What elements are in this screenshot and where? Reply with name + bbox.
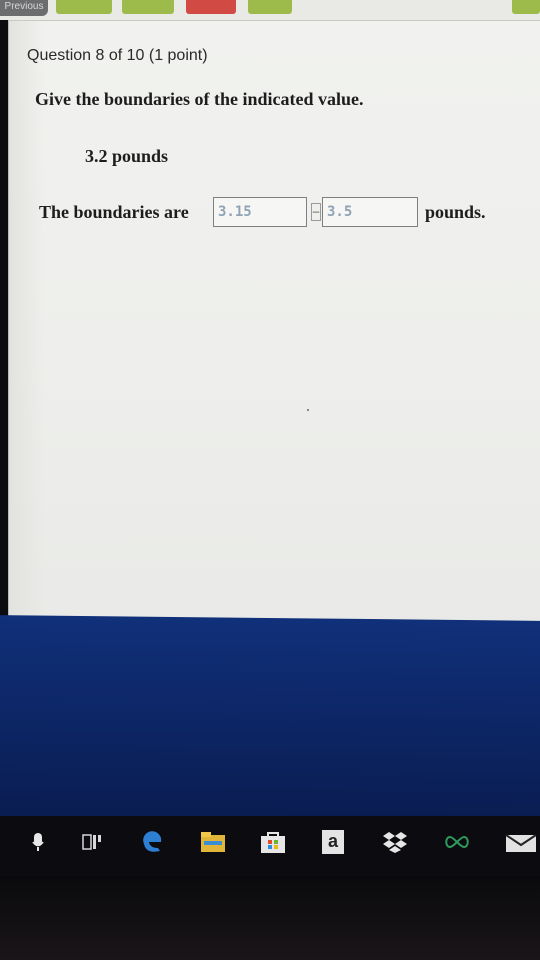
device-bezel	[0, 876, 540, 960]
microphone-icon[interactable]	[28, 828, 48, 856]
question-header: Question 8 of 10 (1 point)	[27, 47, 208, 64]
mail-icon[interactable]	[504, 828, 538, 856]
answer-prefix: The boundaries are	[39, 202, 189, 222]
answer-suffix: pounds.	[425, 202, 486, 222]
nav-box-2[interactable]	[122, 0, 174, 14]
dropbox-icon[interactable]	[380, 828, 410, 856]
previous-button[interactable]: Previous	[0, 0, 48, 16]
panel-shade	[9, 21, 45, 633]
upper-boundary-input[interactable]: 3.5	[322, 197, 418, 227]
store-icon[interactable]	[258, 828, 288, 856]
question-panel: Question 8 of 10 (1 point) Give the boun…	[8, 20, 540, 633]
range-separator: –	[311, 203, 321, 221]
task-view-icon[interactable]	[80, 828, 104, 856]
infinity-icon[interactable]	[442, 828, 472, 856]
taskbar: a	[0, 816, 540, 876]
file-explorer-icon[interactable]	[198, 828, 228, 856]
question-value: 3.2 pounds	[85, 146, 169, 166]
desktop-wallpaper	[0, 615, 540, 827]
amazon-letter: a	[322, 830, 344, 854]
lower-boundary-input[interactable]: 3.15	[213, 197, 307, 227]
question-prompt: Give the boundaries of the indicated val…	[35, 89, 364, 109]
nav-box-5[interactable]	[512, 0, 540, 14]
nav-box-1[interactable]	[56, 0, 112, 14]
amazon-icon[interactable]: a	[320, 828, 346, 856]
nav-box-3[interactable]	[186, 0, 236, 14]
nav-box-4[interactable]	[248, 0, 292, 14]
edge-icon[interactable]	[138, 828, 166, 856]
cursor-dot	[307, 409, 309, 411]
question-nav-bar: Previous	[0, 0, 540, 20]
